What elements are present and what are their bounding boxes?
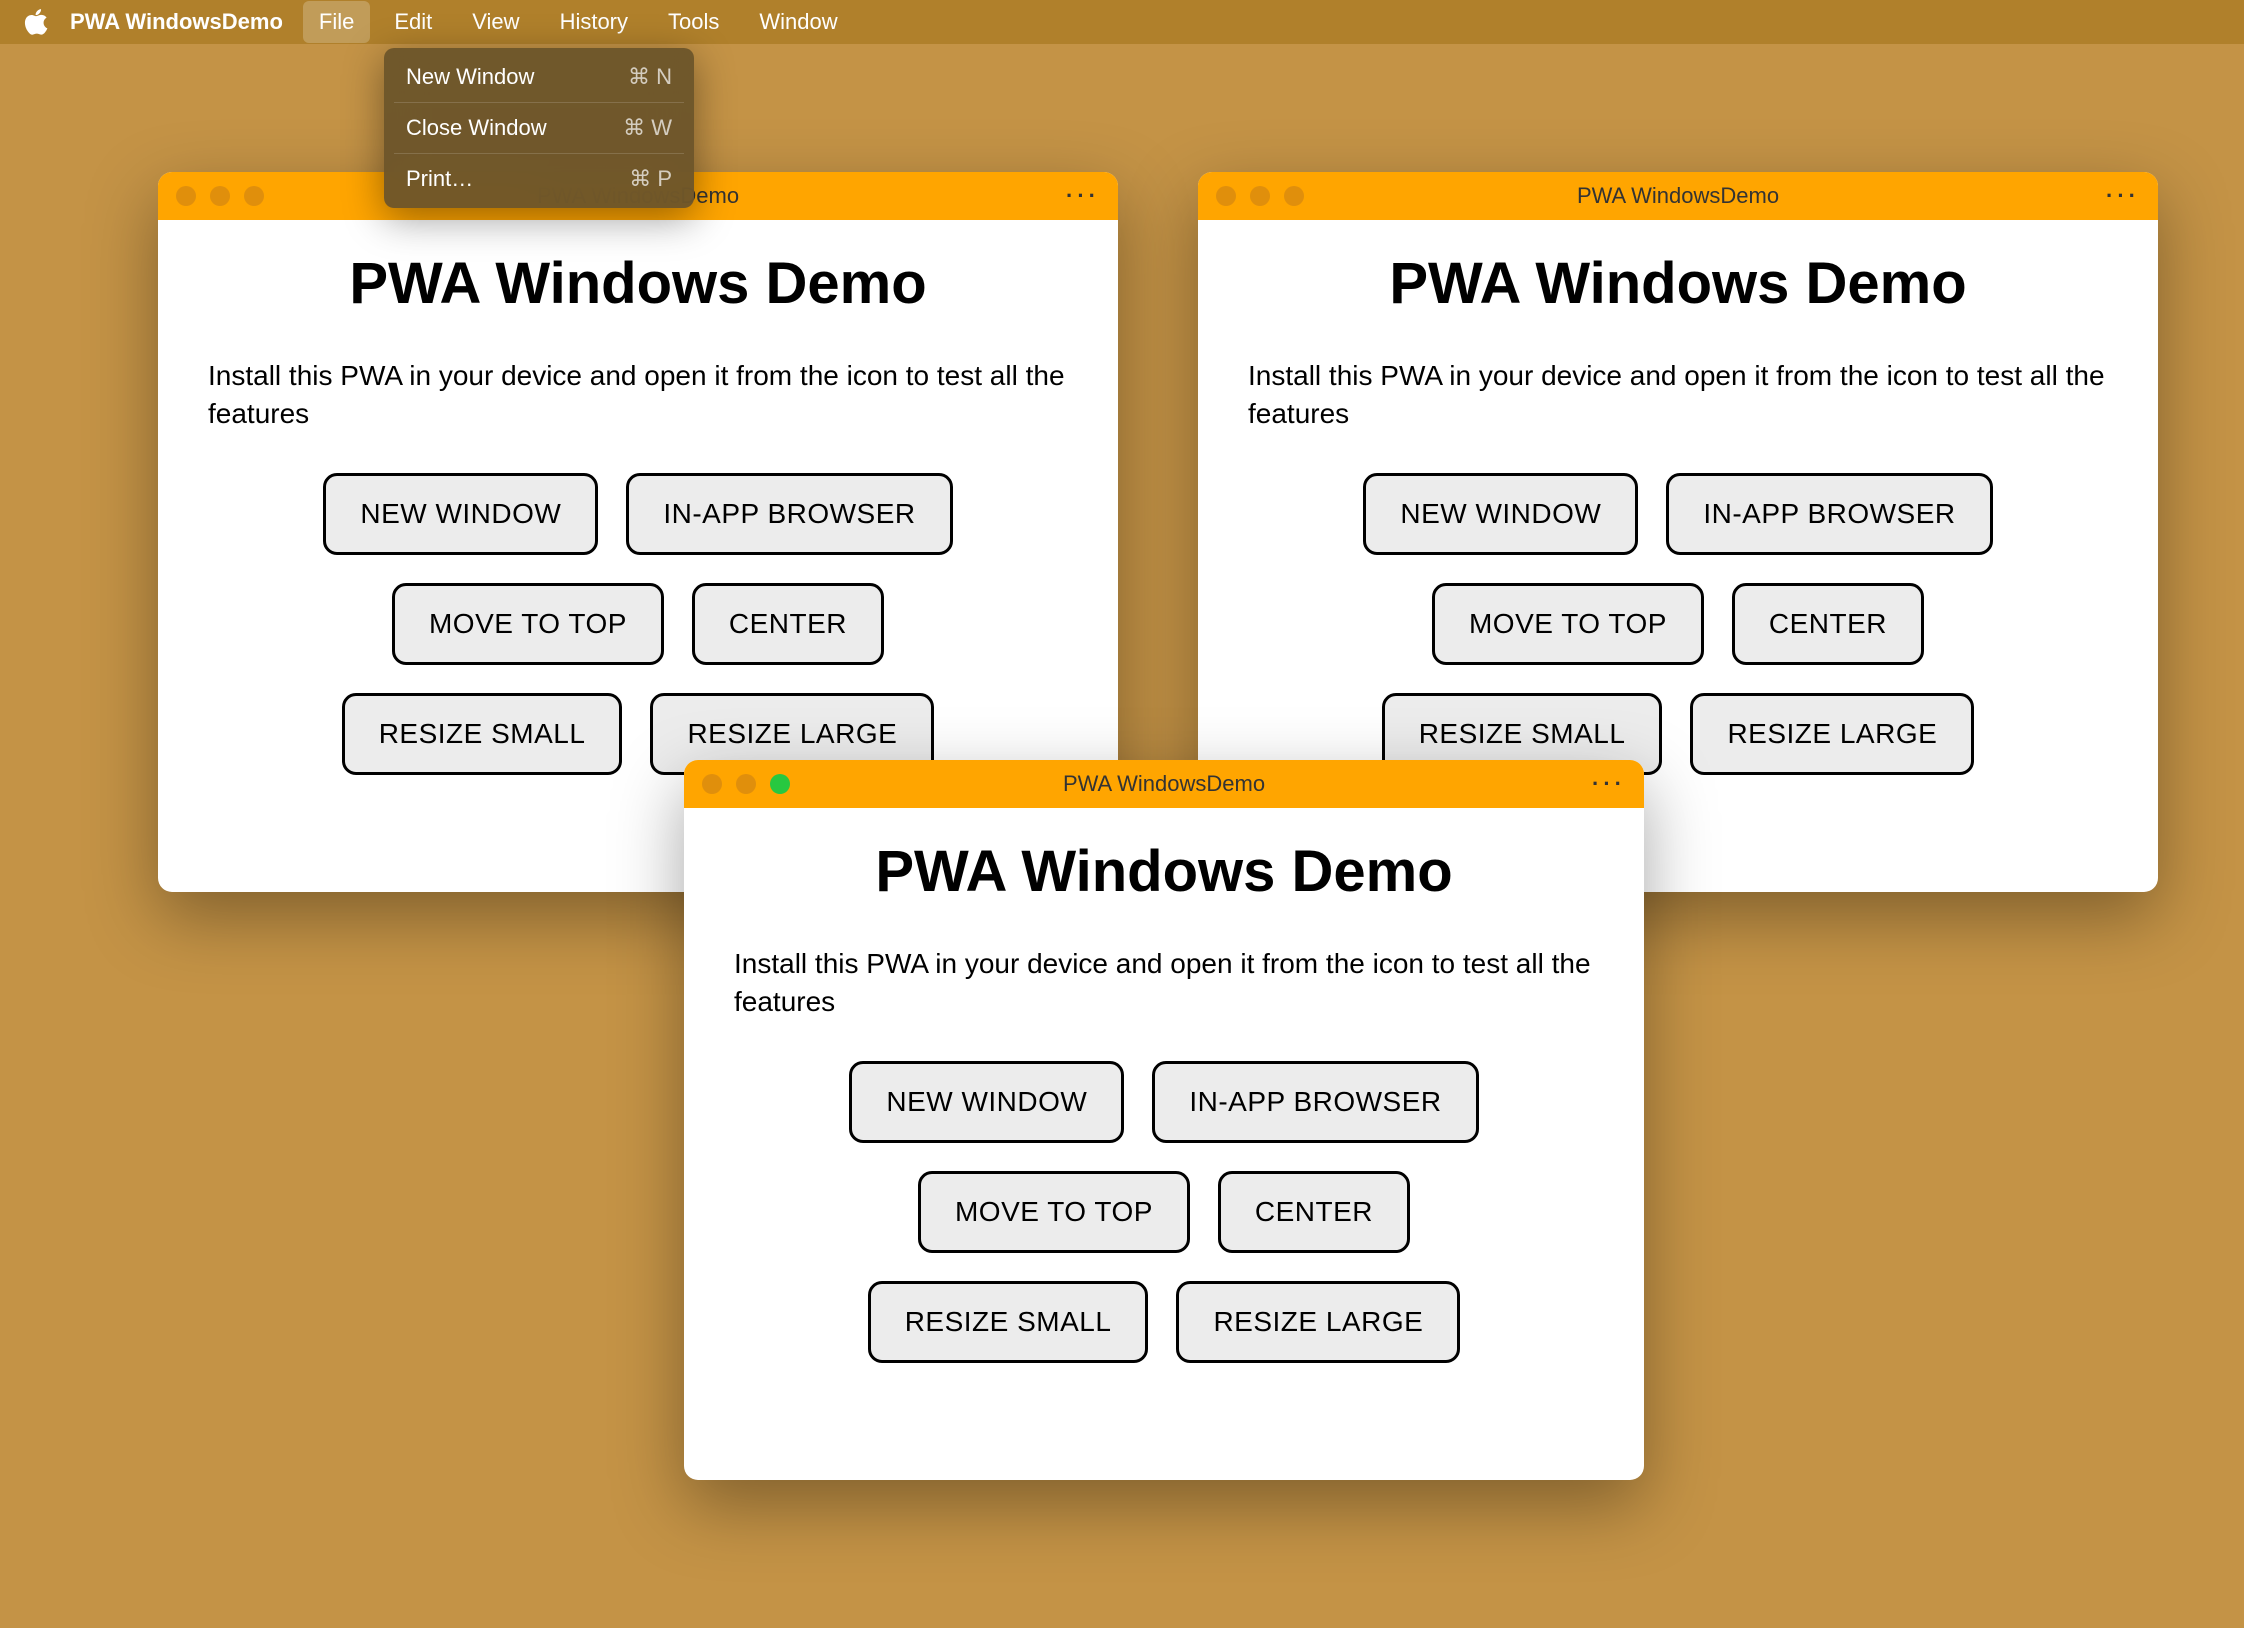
in-app-browser-button[interactable]: IN-APP BROWSER	[1152, 1061, 1478, 1143]
menu-item-new-window[interactable]: New Window ⌘ N	[384, 56, 694, 98]
button-grid: NEW WINDOW IN-APP BROWSER MOVE TO TOP CE…	[734, 1061, 1594, 1363]
menubar-item-tools[interactable]: Tools	[652, 1, 735, 43]
window-titlebar[interactable]: PWA WindowsDemo ···	[1198, 172, 2158, 220]
menu-item-shortcut: ⌘ N	[628, 64, 672, 90]
in-app-browser-button[interactable]: IN-APP BROWSER	[626, 473, 952, 555]
window-titlebar[interactable]: PWA WindowsDemo ···	[684, 760, 1644, 808]
system-menubar: PWA WindowsDemo File Edit View History T…	[0, 0, 2244, 44]
page-heading: PWA Windows Demo	[734, 838, 1594, 905]
traffic-lights	[176, 186, 264, 206]
button-grid: NEW WINDOW IN-APP BROWSER MOVE TO TOP CE…	[1248, 473, 2108, 775]
menubar-app-name[interactable]: PWA WindowsDemo	[70, 9, 283, 35]
menu-item-label: New Window	[406, 64, 534, 90]
window-title: PWA WindowsDemo	[1577, 183, 1779, 209]
more-icon[interactable]: ···	[1066, 183, 1100, 209]
window-content: PWA Windows Demo Install this PWA in you…	[1198, 220, 2158, 805]
pwa-window-3: PWA WindowsDemo ··· PWA Windows Demo Ins…	[684, 760, 1644, 1480]
file-menu-dropdown: New Window ⌘ N Close Window ⌘ W Print… ⌘…	[384, 48, 694, 208]
move-to-top-button[interactable]: MOVE TO TOP	[392, 583, 664, 665]
new-window-button[interactable]: NEW WINDOW	[849, 1061, 1124, 1143]
page-paragraph: Install this PWA in your device and open…	[1248, 357, 2108, 433]
move-to-top-button[interactable]: MOVE TO TOP	[1432, 583, 1704, 665]
maximize-icon[interactable]	[770, 774, 790, 794]
close-icon[interactable]	[702, 774, 722, 794]
center-button[interactable]: CENTER	[1218, 1171, 1410, 1253]
in-app-browser-button[interactable]: IN-APP BROWSER	[1666, 473, 1992, 555]
traffic-lights	[702, 774, 790, 794]
center-button[interactable]: CENTER	[692, 583, 884, 665]
close-icon[interactable]	[176, 186, 196, 206]
more-icon[interactable]: ···	[1592, 771, 1626, 797]
window-content: PWA Windows Demo Install this PWA in you…	[158, 220, 1118, 805]
button-grid: NEW WINDOW IN-APP BROWSER MOVE TO TOP CE…	[208, 473, 1068, 775]
page-paragraph: Install this PWA in your device and open…	[734, 945, 1594, 1021]
resize-large-button[interactable]: RESIZE LARGE	[1690, 693, 1974, 775]
menubar-item-file[interactable]: File	[303, 1, 370, 43]
menubar-item-view[interactable]: View	[456, 1, 535, 43]
traffic-lights	[1216, 186, 1304, 206]
maximize-icon[interactable]	[1284, 186, 1304, 206]
center-button[interactable]: CENTER	[1732, 583, 1924, 665]
more-icon[interactable]: ···	[2106, 183, 2140, 209]
resize-small-button[interactable]: RESIZE SMALL	[342, 693, 623, 775]
apple-logo-icon[interactable]	[24, 9, 50, 35]
new-window-button[interactable]: NEW WINDOW	[1363, 473, 1638, 555]
minimize-icon[interactable]	[1250, 186, 1270, 206]
menubar-item-window[interactable]: Window	[743, 1, 853, 43]
menubar-item-edit[interactable]: Edit	[378, 1, 448, 43]
menu-divider	[394, 102, 684, 103]
menu-item-label: Close Window	[406, 115, 547, 141]
close-icon[interactable]	[1216, 186, 1236, 206]
resize-large-button[interactable]: RESIZE LARGE	[1176, 1281, 1460, 1363]
window-content: PWA Windows Demo Install this PWA in you…	[684, 808, 1644, 1393]
page-heading: PWA Windows Demo	[1248, 250, 2108, 317]
menu-item-shortcut: ⌘ W	[623, 115, 672, 141]
menu-item-print[interactable]: Print… ⌘ P	[384, 158, 694, 200]
move-to-top-button[interactable]: MOVE TO TOP	[918, 1171, 1190, 1253]
minimize-icon[interactable]	[210, 186, 230, 206]
menu-item-shortcut: ⌘ P	[629, 166, 672, 192]
new-window-button[interactable]: NEW WINDOW	[323, 473, 598, 555]
window-title: PWA WindowsDemo	[1063, 771, 1265, 797]
resize-small-button[interactable]: RESIZE SMALL	[868, 1281, 1149, 1363]
menu-item-close-window[interactable]: Close Window ⌘ W	[384, 107, 694, 149]
menubar-item-history[interactable]: History	[544, 1, 644, 43]
page-paragraph: Install this PWA in your device and open…	[208, 357, 1068, 433]
minimize-icon[interactable]	[736, 774, 756, 794]
page-heading: PWA Windows Demo	[208, 250, 1068, 317]
maximize-icon[interactable]	[244, 186, 264, 206]
menu-divider	[394, 153, 684, 154]
menu-item-label: Print…	[406, 166, 473, 192]
